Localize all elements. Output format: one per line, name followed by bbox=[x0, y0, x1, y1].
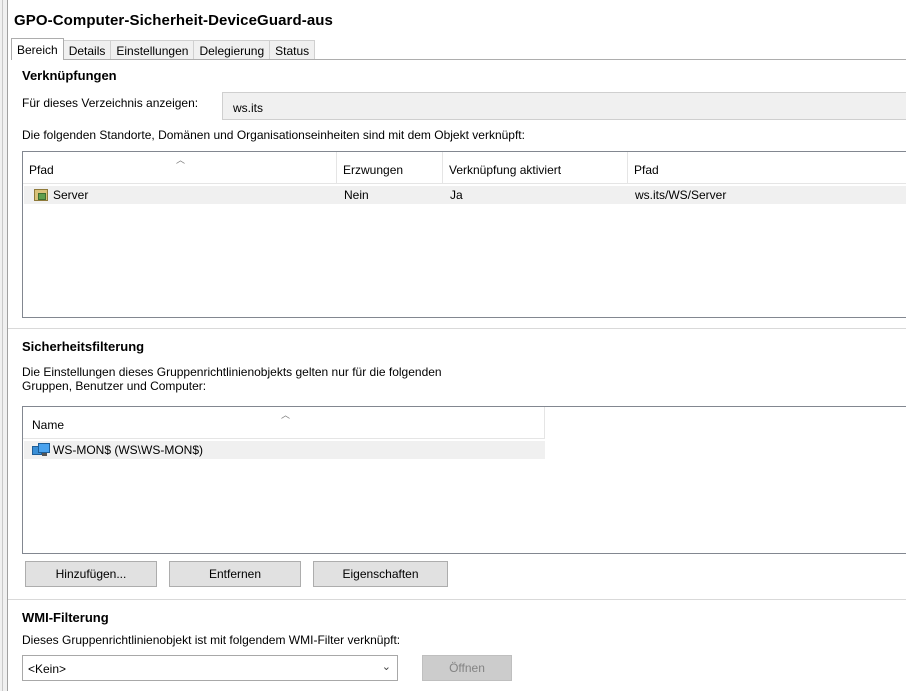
links-list-header: ︿ Pfad Erzwungen Verknüpfung aktiviert P… bbox=[23, 152, 906, 184]
wmi-filter-select[interactable]: <Kein> ⌄ bbox=[22, 655, 398, 681]
directory-field[interactable]: ws.its bbox=[222, 92, 906, 120]
security-heading: Sicherheitsfilterung bbox=[22, 339, 145, 354]
sort-up-icon: ︿ bbox=[176, 155, 186, 165]
tab-status[interactable]: Status bbox=[269, 40, 316, 60]
sort-up-icon: ︿ bbox=[281, 410, 291, 420]
section-divider bbox=[8, 599, 906, 600]
security-description-1: Die Einstellungen dieses Gruppenrichtlin… bbox=[22, 365, 442, 379]
directory-label: Für dieses Verzeichnis anzeigen: bbox=[22, 96, 199, 110]
links-description: Die folgenden Standorte, Domänen und Org… bbox=[22, 128, 525, 142]
column-header-pfad[interactable]: ︿ Pfad bbox=[23, 152, 337, 183]
properties-button[interactable]: Eigenschaften bbox=[313, 561, 448, 587]
remove-button[interactable]: Entfernen bbox=[169, 561, 301, 587]
tab-baseline bbox=[12, 59, 906, 60]
column-header-name[interactable]: ︿ Name bbox=[23, 407, 544, 438]
security-list-header: ︿ Name bbox=[23, 407, 545, 439]
directory-value: ws.its bbox=[233, 101, 263, 115]
wmi-selected-value: <Kein> bbox=[28, 662, 67, 676]
links-listview[interactable]: ︿ Pfad Erzwungen Verknüpfung aktiviert P… bbox=[22, 151, 906, 318]
tab-strip: Bereich Details Einstellungen Delegierun… bbox=[11, 38, 316, 60]
row-path: ws.its/WS/Server bbox=[635, 188, 727, 202]
wmi-description: Dieses Gruppenrichtlinienobjekt ist mit … bbox=[22, 633, 401, 647]
column-header-verknuepfung-aktiviert[interactable]: Verknüpfung aktiviert bbox=[443, 152, 628, 183]
wmi-heading: WMI-Filterung bbox=[22, 610, 109, 625]
tab-delegierung[interactable]: Delegierung bbox=[193, 40, 271, 60]
column-header-erzwungen[interactable]: Erzwungen bbox=[337, 152, 443, 183]
list-item[interactable]: WS-MON$ (WS\WS-MON$) bbox=[24, 441, 545, 459]
add-button[interactable]: Hinzufügen... bbox=[25, 561, 157, 587]
tab-bereich[interactable]: Bereich bbox=[11, 38, 64, 60]
tab-details[interactable]: Details bbox=[62, 40, 112, 60]
row-enforced: Nein bbox=[344, 188, 369, 202]
section-divider bbox=[8, 328, 906, 329]
row-enabled: Ja bbox=[450, 188, 463, 202]
ou-folder-icon bbox=[34, 189, 48, 201]
computer-icon bbox=[32, 443, 50, 457]
column-header-pfad-2[interactable]: Pfad bbox=[628, 152, 906, 183]
security-description-2: Gruppen, Benutzer und Computer: bbox=[22, 379, 207, 393]
links-heading: Verknüpfungen bbox=[22, 68, 117, 83]
tab-einstellungen[interactable]: Einstellungen bbox=[110, 40, 195, 60]
principal-name: WS-MON$ (WS\WS-MON$) bbox=[53, 443, 203, 457]
security-listview[interactable]: ︿ Name WS-MON$ (WS\WS-MON$) bbox=[22, 406, 906, 554]
chevron-down-icon: ⌄ bbox=[381, 661, 391, 673]
open-button: Öffnen bbox=[422, 655, 512, 681]
window-left-edge bbox=[0, 0, 8, 691]
row-name: Server bbox=[53, 188, 89, 202]
table-row[interactable]: Server Nein Ja ws.its/WS/Server bbox=[24, 186, 906, 204]
gpo-title: GPO-Computer-Sicherheit-DeviceGuard-aus bbox=[14, 12, 333, 29]
